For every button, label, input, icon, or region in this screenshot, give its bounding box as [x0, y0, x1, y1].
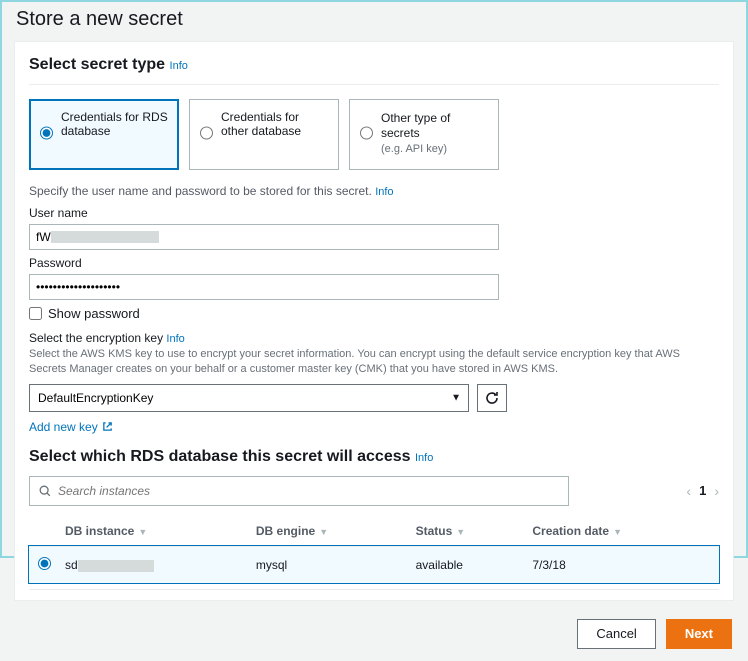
- sort-icon: ▼: [319, 527, 328, 537]
- secret-type-heading-text: Select secret type: [29, 56, 165, 73]
- db-instance-redaction: [78, 560, 154, 572]
- add-new-key-label: Add new key: [29, 420, 98, 434]
- page-prev-button[interactable]: ‹: [686, 483, 691, 499]
- refresh-button[interactable]: [477, 384, 507, 412]
- add-new-key-link[interactable]: Add new key: [29, 420, 113, 434]
- secret-type-rds-label: Credentials for RDS database: [61, 110, 168, 155]
- password-input[interactable]: [29, 274, 499, 300]
- col-db-engine[interactable]: DB engine▼: [250, 516, 410, 547]
- secret-type-other-radio[interactable]: [360, 111, 373, 155]
- secret-type-heading: Select secret type Info: [29, 56, 719, 74]
- cell-creation-date: 7/3/18: [526, 546, 719, 583]
- main-panel: Select secret type Info Credentials for …: [14, 41, 734, 601]
- show-password-label: Show password: [48, 306, 140, 321]
- cell-db-instance: sd: [59, 546, 250, 583]
- secret-type-options: Credentials for RDS database Credentials…: [29, 99, 719, 170]
- credentials-helper: Specify the user name and password to be…: [29, 184, 719, 198]
- cell-db-engine: mysql: [250, 546, 410, 583]
- encryption-info-link[interactable]: Info: [166, 333, 184, 345]
- next-button[interactable]: Next: [666, 619, 732, 649]
- pagination: ‹ 1 ›: [686, 483, 719, 499]
- secret-type-otherdb-card[interactable]: Credentials for other database: [189, 99, 339, 170]
- footer-actions: Cancel Next: [2, 609, 746, 661]
- username-redaction: [51, 231, 159, 243]
- encryption-heading-text: Select the encryption key: [29, 331, 163, 345]
- col-db-instance[interactable]: DB instance▼: [59, 516, 250, 547]
- encryption-heading: Select the encryption key Info: [29, 331, 719, 345]
- rds-heading: Select which RDS database this secret wi…: [29, 448, 719, 466]
- secret-type-other-sub: (e.g. API key): [381, 143, 447, 155]
- page-number: 1: [699, 483, 706, 498]
- rds-heading-text: Select which RDS database this secret wi…: [29, 448, 411, 465]
- page-next-button[interactable]: ›: [714, 483, 719, 499]
- secret-type-info-link[interactable]: Info: [170, 60, 188, 72]
- col-creation-date[interactable]: Creation date▼: [526, 516, 719, 547]
- encryption-help: Select the AWS KMS key to use to encrypt…: [29, 347, 719, 378]
- show-password-checkbox[interactable]: [29, 307, 42, 320]
- col-select: [29, 516, 59, 547]
- search-instances-box[interactable]: [29, 476, 569, 506]
- divider: [29, 84, 719, 85]
- secret-type-otherdb-label: Credentials for other database: [221, 110, 328, 155]
- cell-status: available: [410, 546, 527, 583]
- table-row[interactable]: sd mysql available 7/3/18: [29, 546, 719, 583]
- credentials-info-link[interactable]: Info: [375, 186, 393, 198]
- refresh-icon: [484, 390, 500, 406]
- row-select-radio[interactable]: [38, 557, 51, 570]
- secret-type-other-label: Other type of secrets: [381, 111, 450, 140]
- secret-type-rds-radio[interactable]: [40, 111, 53, 155]
- rds-table: DB instance▼ DB engine▼ Status▼ Creation…: [29, 516, 719, 583]
- search-instances-input[interactable]: [58, 484, 560, 498]
- password-label: Password: [29, 256, 719, 270]
- page-title: Store a new secret: [2, 2, 746, 41]
- sort-icon: ▼: [138, 527, 147, 537]
- col-status[interactable]: Status▼: [410, 516, 527, 547]
- username-label: User name: [29, 206, 719, 220]
- rds-info-link[interactable]: Info: [415, 452, 433, 464]
- credentials-helper-text: Specify the user name and password to be…: [29, 184, 372, 198]
- secret-type-other-card[interactable]: Other type of secrets (e.g. API key): [349, 99, 499, 170]
- sort-icon: ▼: [613, 527, 622, 537]
- encryption-key-select[interactable]: DefaultEncryptionKey: [29, 384, 469, 412]
- sort-icon: ▼: [456, 527, 465, 537]
- secret-type-otherdb-radio[interactable]: [200, 111, 213, 155]
- db-instance-prefix: sd: [65, 558, 78, 572]
- search-icon: [38, 484, 52, 498]
- secret-type-rds-card[interactable]: Credentials for RDS database: [29, 99, 179, 170]
- divider: [29, 589, 719, 590]
- external-link-icon: [102, 421, 113, 432]
- cancel-button[interactable]: Cancel: [577, 619, 655, 649]
